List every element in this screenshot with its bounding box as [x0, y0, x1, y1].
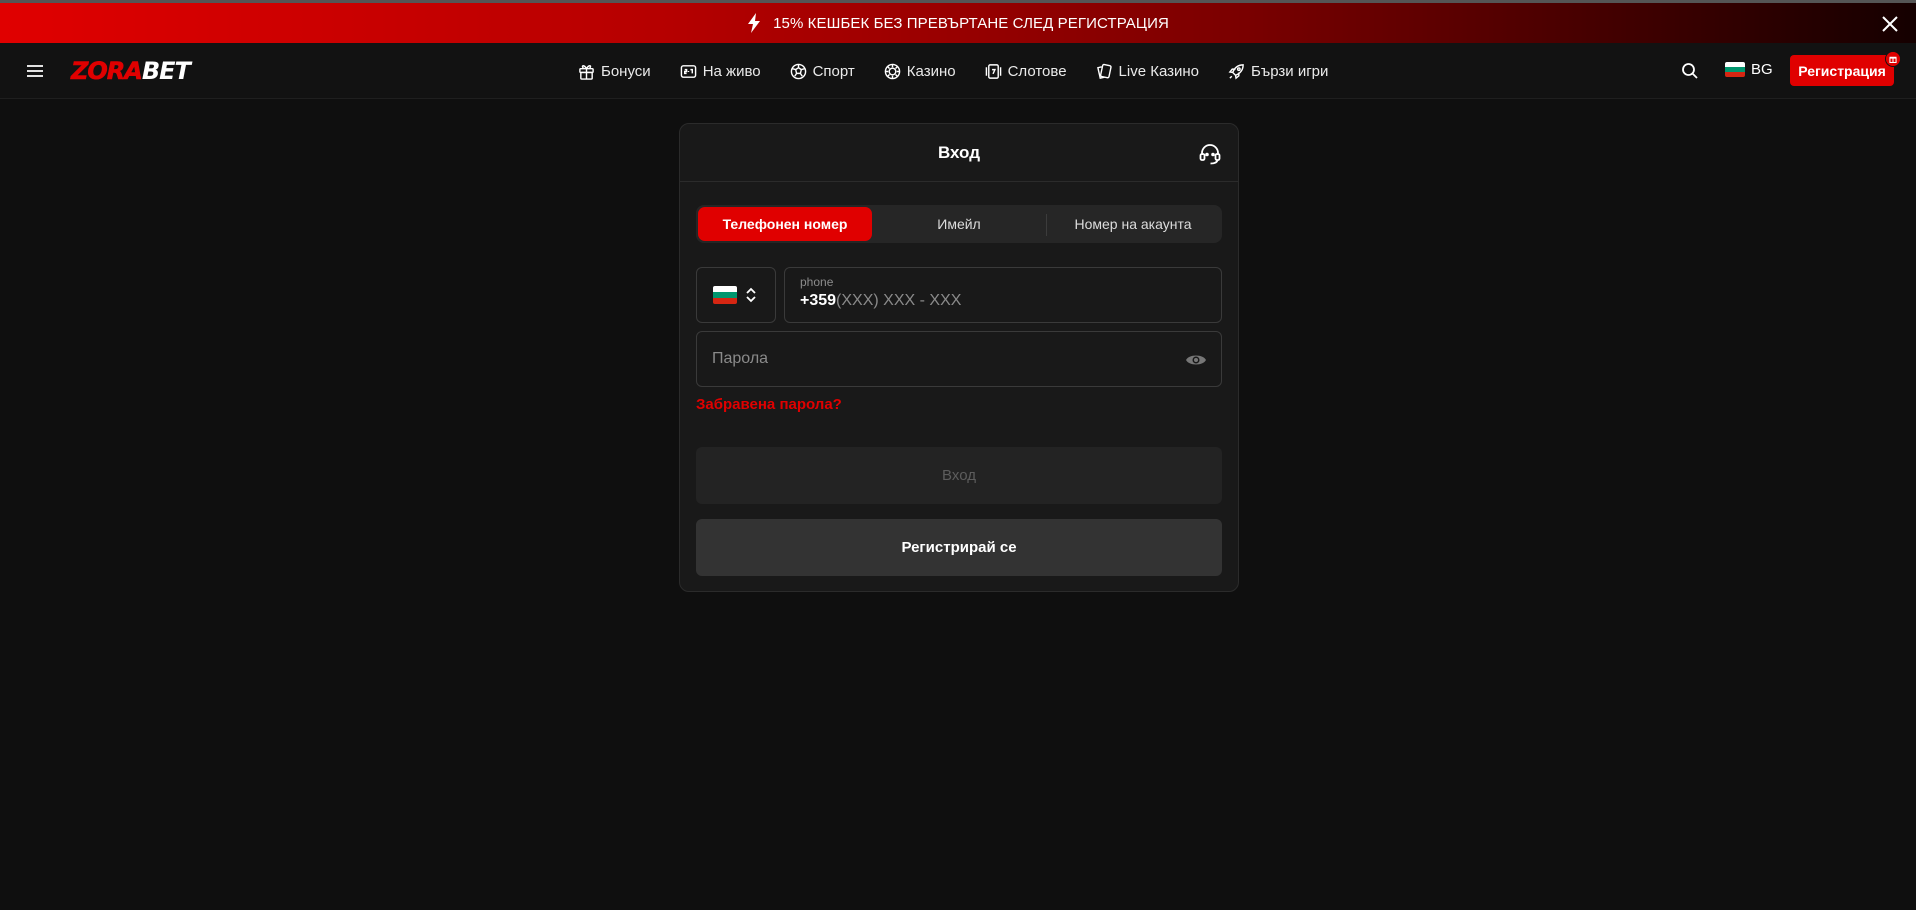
- language-code: BG: [1751, 61, 1773, 78]
- phone-input[interactable]: phone +359(XXX) XXX - XXX: [784, 267, 1222, 323]
- bulgaria-flag-icon: [1725, 62, 1745, 77]
- tab-divider: [1046, 214, 1047, 236]
- nav-item-bonuses[interactable]: Бонуси: [578, 63, 651, 80]
- nav-item-label: Бонуси: [601, 62, 651, 80]
- bolt-icon: [748, 13, 761, 33]
- slot-machine-icon: [985, 63, 1001, 79]
- login-card: Вход Телефонен номер Имейл Номер на акау…: [679, 123, 1239, 592]
- gift-icon: [579, 64, 594, 80]
- forgot-password-link[interactable]: Забравена парола?: [696, 396, 842, 413]
- soccer-ball-icon: [790, 63, 806, 79]
- promo-text: 15% КЕШБЕК БЕЗ ПРЕВЪРТАНЕ СЛЕД РЕГИСТРАЦ…: [773, 14, 1169, 32]
- nav-item-label: Live Казино: [1118, 62, 1200, 80]
- password-placeholder: Парола: [712, 350, 769, 367]
- menu-icon[interactable]: [26, 61, 44, 81]
- gift-badge-icon: [1885, 51, 1901, 67]
- bulgaria-flag-icon: [713, 286, 737, 304]
- password-input[interactable]: Парола: [696, 331, 1222, 387]
- phone-prefix: +359: [800, 292, 837, 309]
- nav-item-live[interactable]: На живо: [680, 63, 761, 80]
- nav-item-live-casino[interactable]: Live Казино: [1096, 63, 1199, 80]
- tab-account-number-label: Номер на акаунта: [1074, 216, 1192, 232]
- zorabet-logo[interactable]: ZORABET: [71, 56, 191, 86]
- main-nav: Бонуси На живо Спорт Казино Слотове Live…: [578, 43, 1357, 99]
- nav-item-fast-games[interactable]: Бързи игри: [1228, 63, 1328, 80]
- tab-account-number[interactable]: Номер на акаунта: [1046, 207, 1220, 241]
- tab-email[interactable]: Имейл: [872, 207, 1046, 241]
- eye-icon[interactable]: [1185, 350, 1207, 370]
- rocket-icon: [1228, 63, 1244, 79]
- header-register-button[interactable]: Регистрация: [1790, 55, 1894, 86]
- promo-banner: 15% КЕШБЕК БЕЗ ПРЕВЪРТАНЕ СЛЕД РЕГИСТРАЦ…: [0, 0, 1916, 43]
- top-navigation: ZORABET Бонуси На живо Спорт Казино Слот…: [0, 43, 1916, 99]
- chevron-up-down-icon: [746, 287, 756, 303]
- phone-mask: (XXX) XXX - XXX: [836, 292, 962, 309]
- nav-item-label: На живо: [702, 62, 761, 80]
- login-title: Вход: [937, 142, 981, 162]
- close-icon[interactable]: [1880, 14, 1900, 34]
- nav-item-slots[interactable]: Слотове: [985, 63, 1067, 80]
- nav-item-label: Спорт: [812, 62, 855, 80]
- live-score-icon: [680, 64, 696, 78]
- tab-phone-number[interactable]: Телефонен номер: [698, 207, 872, 241]
- nav-item-casino[interactable]: Казино: [884, 63, 956, 80]
- casino-chip-icon: [884, 63, 901, 79]
- login-submit-button[interactable]: Вход: [696, 447, 1222, 504]
- headset-support-icon[interactable]: [1198, 142, 1222, 166]
- nav-item-label: Бързи игри: [1251, 62, 1329, 80]
- nav-item-sport[interactable]: Спорт: [790, 63, 855, 80]
- nav-item-label: Казино: [906, 62, 956, 80]
- language-selector[interactable]: BG: [1725, 61, 1773, 78]
- nav-item-label: Слотове: [1007, 62, 1067, 80]
- login-card-header: Вход: [680, 124, 1238, 182]
- country-code-selector[interactable]: [696, 267, 776, 323]
- cards-icon: [1096, 63, 1112, 79]
- search-icon[interactable]: [1681, 62, 1699, 80]
- login-method-tabs: Телефонен номер Имейл Номер на акаунта: [696, 205, 1222, 243]
- register-button[interactable]: Регистрирай се: [696, 519, 1222, 576]
- phone-input-label: phone: [800, 275, 834, 289]
